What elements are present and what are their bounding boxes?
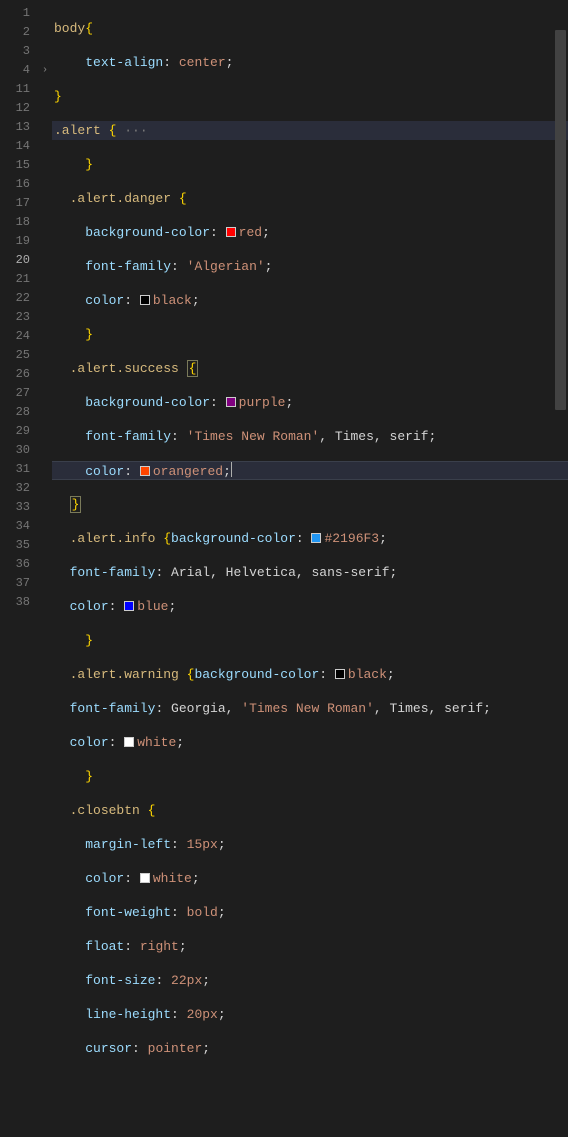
- fold-column: ›: [38, 0, 52, 612]
- line-number: 1: [0, 4, 30, 23]
- code-line-active[interactable]: color: orangered;: [52, 461, 568, 480]
- line-number: 18: [0, 213, 30, 232]
- code-line[interactable]: font-family: Arial, Helvetica, sans-seri…: [52, 563, 568, 582]
- line-number-gutter: 1 2 3 4 11 12 13 14 15 16 17 18 19 20 21…: [0, 0, 38, 612]
- line-number: 38: [0, 593, 30, 612]
- code-line[interactable]: text-align: center;: [52, 53, 568, 72]
- line-number: 26: [0, 365, 30, 384]
- chevron-right-icon[interactable]: ›: [38, 61, 52, 80]
- text-cursor: [231, 462, 232, 477]
- code-line[interactable]: }: [52, 495, 568, 514]
- scrollbar-thumb[interactable]: [555, 30, 566, 410]
- line-number: 32: [0, 479, 30, 498]
- code-line[interactable]: }: [52, 155, 568, 174]
- code-line[interactable]: font-size: 22px;: [52, 971, 568, 990]
- code-line-folded[interactable]: .alert { ···: [52, 121, 568, 140]
- code-line[interactable]: .alert.warning {background-color: black;: [52, 665, 568, 684]
- code-line[interactable]: .alert.success {: [52, 359, 568, 378]
- line-number: 19: [0, 232, 30, 251]
- color-swatch-icon: [226, 227, 236, 237]
- code-line[interactable]: .alert.info {background-color: #2196F3;: [52, 529, 568, 548]
- line-number: 12: [0, 99, 30, 118]
- color-swatch-icon: [311, 533, 321, 543]
- code-line[interactable]: }: [52, 325, 568, 344]
- line-number: 2: [0, 23, 30, 42]
- line-number: 30: [0, 441, 30, 460]
- code-editor[interactable]: 1 2 3 4 11 12 13 14 15 16 17 18 19 20 21…: [0, 0, 568, 612]
- bracket-match: {: [187, 360, 199, 377]
- color-swatch-icon: [140, 466, 150, 476]
- code-line[interactable]: }: [52, 87, 568, 106]
- color-swatch-icon: [124, 601, 134, 611]
- vertical-scrollbar[interactable]: [555, 0, 566, 612]
- code-line[interactable]: color: black;: [52, 291, 568, 310]
- code-line[interactable]: color: white;: [52, 869, 568, 888]
- line-number: 21: [0, 270, 30, 289]
- code-line[interactable]: color: blue;: [52, 597, 568, 616]
- code-line[interactable]: body{: [52, 19, 568, 38]
- line-number: 27: [0, 384, 30, 403]
- line-number: 15: [0, 156, 30, 175]
- line-number: 17: [0, 194, 30, 213]
- color-swatch-icon: [226, 397, 236, 407]
- code-line[interactable]: }: [52, 631, 568, 650]
- code-line[interactable]: font-family: 'Algerian';: [52, 257, 568, 276]
- line-number: 34: [0, 517, 30, 536]
- line-number: 16: [0, 175, 30, 194]
- code-line[interactable]: [52, 1073, 568, 1092]
- line-number: 33: [0, 498, 30, 517]
- code-line[interactable]: font-family: 'Times New Roman', Times, s…: [52, 427, 568, 446]
- code-line[interactable]: .alert.danger {: [52, 189, 568, 208]
- line-number: 36: [0, 555, 30, 574]
- color-swatch-icon: [335, 669, 345, 679]
- color-swatch-icon: [140, 295, 150, 305]
- code-content[interactable]: body{ text-align: center; } .alert { ···…: [52, 0, 568, 612]
- line-number: 14: [0, 137, 30, 156]
- line-number: 22: [0, 289, 30, 308]
- bracket-match: }: [70, 496, 82, 513]
- code-line[interactable]: }: [52, 767, 568, 786]
- color-swatch-icon: [124, 737, 134, 747]
- code-line[interactable]: cursor: pointer;: [52, 1039, 568, 1058]
- code-line[interactable]: line-height: 20px;: [52, 1005, 568, 1024]
- code-line[interactable]: color: white;: [52, 733, 568, 752]
- code-line[interactable]: background-color: red;: [52, 223, 568, 242]
- line-number: 31: [0, 460, 30, 479]
- color-swatch-icon: [140, 873, 150, 883]
- line-number: 29: [0, 422, 30, 441]
- code-line[interactable]: font-weight: bold;: [52, 903, 568, 922]
- code-line[interactable]: font-family: Georgia, 'Times New Roman',…: [52, 699, 568, 718]
- line-number-active: 20: [0, 251, 30, 270]
- line-number: 11: [0, 80, 30, 99]
- line-number: 28: [0, 403, 30, 422]
- code-line[interactable]: .closebtn {: [52, 801, 568, 820]
- line-number: 13: [0, 118, 30, 137]
- code-line[interactable]: background-color: purple;: [52, 393, 568, 412]
- line-number: 24: [0, 327, 30, 346]
- line-number: 37: [0, 574, 30, 593]
- line-number: 4: [0, 61, 30, 80]
- line-number: 35: [0, 536, 30, 555]
- line-number: 3: [0, 42, 30, 61]
- code-line[interactable]: margin-left: 15px;: [52, 835, 568, 854]
- line-number: 25: [0, 346, 30, 365]
- code-line[interactable]: float: right;: [52, 937, 568, 956]
- line-number: 23: [0, 308, 30, 327]
